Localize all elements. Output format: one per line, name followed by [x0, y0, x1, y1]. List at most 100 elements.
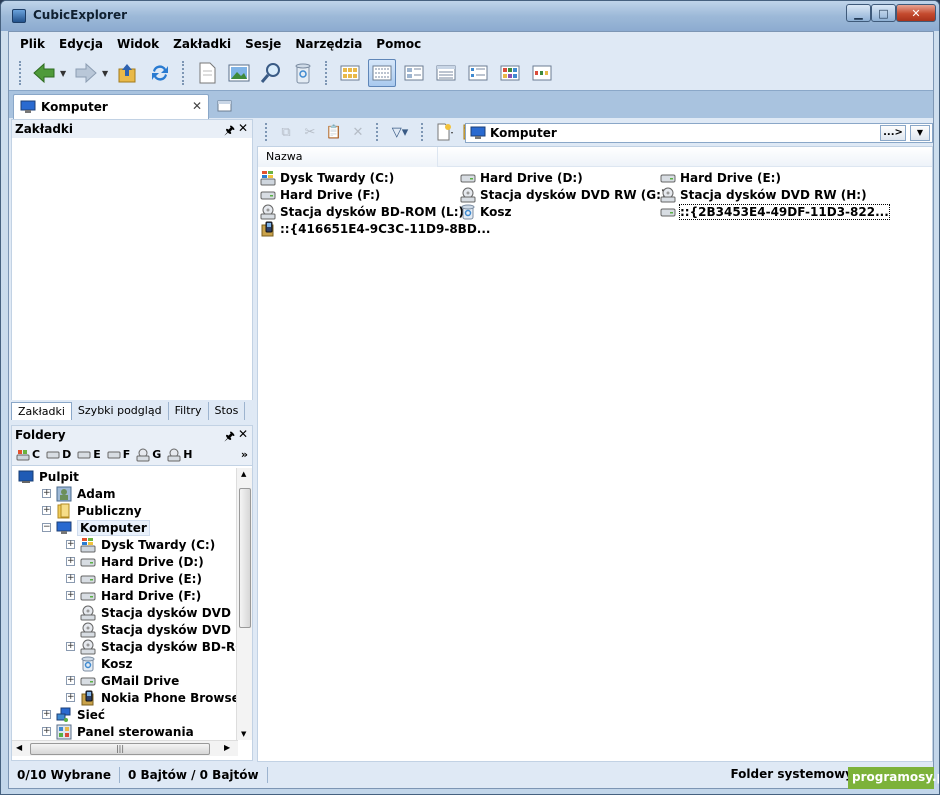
- address-dropdown-icon[interactable]: ▼: [910, 125, 930, 141]
- toolbar-grip[interactable]: [421, 123, 424, 141]
- menu-edit[interactable]: Edycja: [52, 34, 110, 54]
- expand-icon[interactable]: +: [42, 710, 51, 719]
- toolbar-grip[interactable]: [325, 61, 328, 85]
- expand-icon[interactable]: +: [66, 591, 75, 600]
- file-item-2b3453e4-49df-11d3-822[interactable]: ::{2B3453E4-49DF-11D3-822...: [660, 203, 890, 220]
- tree-item-kosz[interactable]: Kosz: [66, 655, 132, 672]
- tree-item-stacja-dysko-w-dvd-rw-h[interactable]: Stacja dysków DVD RW (H:: [66, 621, 238, 638]
- expand-icon[interactable]: +: [42, 506, 51, 515]
- scroll-up-icon[interactable]: ▲: [241, 470, 246, 478]
- tree-item-komputer[interactable]: − Komputer: [42, 519, 150, 536]
- tree-item-hard-drive-d[interactable]: + Hard Drive (D:): [66, 553, 204, 570]
- view-icons-button[interactable]: [496, 59, 524, 87]
- tree-item-pulpit[interactable]: Pulpit: [18, 468, 79, 485]
- delete-button[interactable]: ✕: [348, 122, 368, 142]
- drive-d-button[interactable]: D: [46, 448, 71, 461]
- view-report-button[interactable]: [432, 59, 460, 87]
- close-button[interactable]: ✕: [896, 4, 936, 22]
- tree-item-panel-sterowania[interactable]: + Panel sterowania: [42, 723, 194, 740]
- new-tab-button[interactable]: [217, 98, 233, 112]
- tab-quick-preview[interactable]: Szybki podgląd: [72, 402, 169, 420]
- expand-icon[interactable]: +: [66, 676, 75, 685]
- close-pane-icon[interactable]: ✕: [238, 427, 248, 441]
- title-bar[interactable]: CubicExplorer ▁ □ ✕: [1, 1, 939, 31]
- drive-h-button[interactable]: H: [167, 448, 193, 462]
- menu-tools[interactable]: Narzędzia: [288, 34, 369, 54]
- tab-filters[interactable]: Filtry: [169, 402, 209, 420]
- tree-item-siec[interactable]: + Sieć: [42, 706, 105, 723]
- view-filmstrip-button[interactable]: [528, 59, 556, 87]
- scroll-down-icon[interactable]: ▼: [241, 730, 246, 738]
- drive-c-button[interactable]: C: [16, 448, 40, 461]
- expand-icon[interactable]: +: [66, 557, 75, 566]
- expand-icon[interactable]: +: [66, 642, 75, 651]
- toolbar-grip[interactable]: [376, 123, 379, 141]
- menu-bookmarks[interactable]: Zakładki: [166, 34, 238, 54]
- menu-sessions[interactable]: Sesje: [238, 34, 288, 54]
- close-pane-icon[interactable]: ✕: [238, 121, 248, 135]
- file-item-hard-drive-f[interactable]: Hard Drive (F:): [260, 186, 380, 203]
- collapse-icon[interactable]: −: [42, 523, 51, 532]
- paste-button[interactable]: 📋: [324, 122, 344, 142]
- drive-e-button[interactable]: E: [77, 448, 101, 461]
- tree-item-stacja-dysko-w-bd-rom-l[interactable]: + Stacja dysków BD-ROM (L:): [66, 638, 238, 655]
- horizontal-scroll-thumb[interactable]: |||: [30, 743, 210, 755]
- menu-file[interactable]: Plik: [13, 34, 52, 54]
- tab-stack[interactable]: Stos: [209, 402, 246, 420]
- address-go-button[interactable]: ...>: [880, 125, 906, 141]
- toolbar-grip[interactable]: [19, 61, 22, 85]
- search-button[interactable]: [257, 59, 285, 87]
- toolbar-grip[interactable]: [265, 123, 268, 141]
- toolbar-grip[interactable]: [182, 61, 185, 85]
- refresh-button[interactable]: [146, 59, 174, 87]
- file-item-stacja-dysko-w-bd-rom-l[interactable]: Stacja dysków BD-ROM (L:): [260, 203, 464, 220]
- tree-item-publiczny[interactable]: + Publiczny: [42, 502, 142, 519]
- tree-item-gmail-drive[interactable]: + GMail Drive: [66, 672, 179, 689]
- vertical-scrollbar[interactable]: ▲ ▼: [236, 468, 252, 740]
- scroll-right-icon[interactable]: ▶: [224, 743, 230, 752]
- expand-icon[interactable]: +: [42, 727, 51, 736]
- back-button[interactable]: [30, 59, 58, 87]
- tree-item-nokia-phone-browser[interactable]: + Nokia Phone Browser: [66, 689, 238, 706]
- recycle-bin-button[interactable]: [289, 59, 317, 87]
- image-view-button[interactable]: [225, 59, 253, 87]
- cut-button[interactable]: ✂: [300, 122, 320, 142]
- tree-item-adam[interactable]: + Adam: [42, 485, 115, 502]
- expand-icon[interactable]: +: [66, 693, 75, 702]
- copy-button[interactable]: ⧉: [276, 122, 296, 142]
- drive-g-button[interactable]: G: [136, 448, 161, 462]
- file-item-stacja-dysko-w-dvd-rw-g[interactable]: Stacja dysków DVD RW (G:): [460, 186, 666, 203]
- column-header-name[interactable]: Nazwa: [258, 147, 438, 167]
- tree-item-hard-drive-e[interactable]: + Hard Drive (E:): [66, 570, 202, 587]
- back-dropdown-icon[interactable]: ▼: [60, 69, 68, 78]
- vertical-scroll-thumb[interactable]: [239, 488, 251, 628]
- view-list-button[interactable]: [368, 59, 396, 87]
- tab-computer[interactable]: Komputer ✕: [13, 94, 209, 119]
- file-item-stacja-dysko-w-dvd-rw-h[interactable]: Stacja dysków DVD RW (H:): [660, 186, 867, 203]
- forward-dropdown-icon[interactable]: ▼: [102, 69, 110, 78]
- expand-icon[interactable]: +: [66, 574, 75, 583]
- expand-icon[interactable]: +: [42, 489, 51, 498]
- tree-item-dysk-twardy-c[interactable]: + Dysk Twardy (C:): [66, 536, 215, 553]
- scroll-left-icon[interactable]: ◀: [16, 743, 22, 752]
- new-file-button[interactable]: [432, 122, 458, 142]
- pin-icon[interactable]: 🖈: [224, 427, 235, 448]
- view-tiles-button[interactable]: [464, 59, 492, 87]
- file-item-kosz[interactable]: Kosz: [460, 203, 511, 220]
- horizontal-scrollbar[interactable]: ◀ ||| ▶: [12, 740, 238, 756]
- expand-icon[interactable]: +: [66, 540, 75, 549]
- file-item-hard-drive-e[interactable]: Hard Drive (E:): [660, 169, 781, 186]
- address-bar[interactable]: Komputer ...> ▼: [465, 123, 933, 143]
- tree-item-stacja-dysko-w-dvd-rw-g[interactable]: Stacja dysków DVD RW (G:: [66, 604, 238, 621]
- file-item-416651e4-9c3c-11d9-8bd[interactable]: ::{416651E4-9C3C-11D9-8BD...: [260, 220, 490, 237]
- file-item-dysk-twardy-c[interactable]: Dysk Twardy (C:): [260, 169, 394, 186]
- minimize-button[interactable]: ▁: [846, 4, 871, 22]
- drive-f-button[interactable]: F: [107, 448, 130, 461]
- menu-view[interactable]: Widok: [110, 34, 166, 54]
- more-chevron-icon[interactable]: »: [241, 448, 248, 461]
- tab-close-icon[interactable]: ✕: [192, 99, 202, 113]
- filter-button[interactable]: ▽▾: [387, 122, 413, 142]
- new-document-button[interactable]: [193, 59, 221, 87]
- pin-icon[interactable]: 🖈: [224, 121, 235, 142]
- maximize-button[interactable]: □: [871, 4, 896, 22]
